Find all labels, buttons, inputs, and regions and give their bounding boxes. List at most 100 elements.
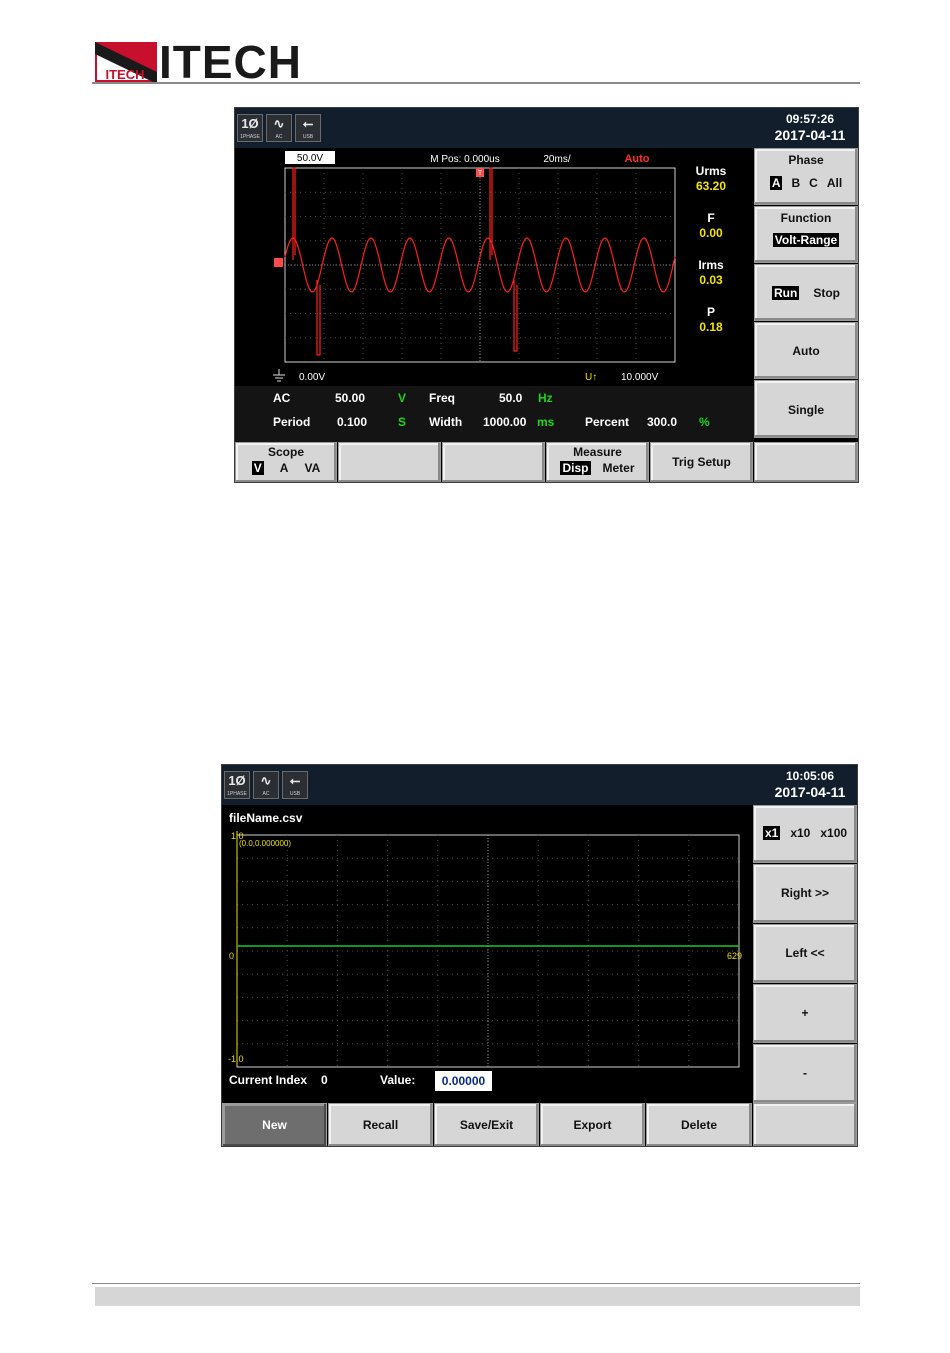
svg-text:ITECH: ITECH (106, 67, 145, 82)
clock: 09:57:26 2017-04-11 (764, 112, 856, 144)
blank-key-2[interactable] (442, 442, 545, 482)
scope-plot-area: 50.0V M Pos: 0.000us 20ms/ Auto T 0.00V … (235, 148, 754, 386)
x-end-label: 629 (727, 951, 742, 961)
meas-freq: 50.0 (499, 391, 523, 405)
current-index: 0 (321, 1073, 328, 1087)
blank-key[interactable] (753, 1103, 857, 1146)
phase-key[interactable]: Phase A B C All (754, 148, 858, 205)
footer-bar (95, 1287, 860, 1306)
value-label: Value: (380, 1073, 416, 1087)
phase-option-b[interactable]: B (791, 176, 800, 190)
measure-key[interactable]: Measure Disp Meter (546, 442, 649, 482)
measure-option-meter[interactable]: Meter (603, 461, 635, 475)
itech-logo-badge-icon: ITECH (95, 42, 157, 82)
scope-key[interactable]: Scope V A VA (235, 442, 337, 482)
run-option[interactable]: Run (772, 286, 800, 300)
delete-button[interactable]: Delete (646, 1103, 752, 1146)
scope-option-a[interactable]: A (280, 461, 289, 475)
ground-icon (273, 369, 285, 382)
file-name: fileName.csv (229, 811, 303, 825)
y-min-label: -1.0 (228, 1054, 244, 1064)
ac-wave-icon: ∿ AC (266, 114, 292, 142)
status-bar: 1Ø 1PHASE ∿ AC ⭠ USB 10:05:06 2017-04-11 (222, 765, 857, 805)
meas-amplitude: 50.00 (335, 391, 366, 405)
status-bar: 1Ø 1PHASE ∿ AC ⭠ USB 09:57:26 2017-04-11 (235, 108, 858, 148)
recall-button[interactable]: Recall (328, 1103, 433, 1146)
meas-freq-label: Freq (429, 391, 456, 405)
function-key[interactable]: Function Volt-Range (754, 206, 858, 263)
plus-key[interactable]: + (753, 984, 857, 1043)
urms-readout: Urms 63.20 (695, 164, 727, 193)
meas-width-label: Width (429, 415, 463, 429)
footer-divider (92, 1283, 860, 1284)
meas-type: AC (273, 391, 291, 405)
blank-key-3[interactable] (754, 442, 858, 482)
phase-icon: 1Ø 1PHASE (237, 114, 263, 142)
save-exit-button[interactable]: Save/Exit (434, 1103, 539, 1146)
clock-date: 2017-04-11 (774, 127, 846, 143)
minus-key[interactable]: - (753, 1044, 857, 1103)
scope-trigger-level: 10.000V (621, 372, 659, 383)
zoom-option-x100[interactable]: x100 (820, 826, 847, 840)
zoom-option-x1[interactable]: x1 (762, 826, 781, 840)
clock-time: 09:57:26 (785, 112, 835, 126)
blank-key-1[interactable] (338, 442, 441, 482)
scope-mpos: M Pos: 0.000us (430, 154, 499, 165)
phase-option-all[interactable]: All (827, 176, 842, 190)
measure-key-title: Measure (573, 445, 622, 459)
usb-icon: ⭠ USB (295, 114, 321, 142)
current-index-label: Current Index (229, 1073, 308, 1087)
meas-percent-label: Percent (585, 415, 630, 429)
meas-width: 1000.00 (483, 415, 527, 429)
export-button[interactable]: Export (540, 1103, 645, 1146)
left-key[interactable]: Left << (753, 924, 857, 983)
scope-option-va[interactable]: VA (304, 461, 320, 475)
freq-readout: F 0.00 (699, 211, 723, 240)
meas-amplitude-unit: V (398, 391, 407, 405)
waveform-editor-screen: 1Ø 1PHASE ∿ AC ⭠ USB 10:05:06 2017-04-11 fi… (221, 764, 858, 1147)
scope-trigger-level-label: U↑ (585, 372, 597, 383)
phase-key-title: Phase (788, 153, 824, 167)
cursor-readout: (0.0,0.000000) (239, 839, 291, 848)
phase-option-c[interactable]: C (809, 176, 818, 190)
meas-period-label: Period (273, 415, 311, 429)
right-key[interactable]: Right >> (753, 864, 857, 923)
ac-wave-icon: ∿ AC (253, 771, 279, 799)
measure-option-disp[interactable]: Disp (560, 461, 591, 475)
scope-mode: Auto (624, 153, 649, 165)
scope-waveform-plot: 50.0V M Pos: 0.000us 20ms/ Auto T 0.00V … (273, 151, 676, 383)
scope-option-v[interactable]: V (251, 461, 264, 475)
auto-key[interactable]: Auto (754, 322, 858, 379)
meas-freq-unit: Hz (538, 391, 553, 405)
oscilloscope-screen: 1Ø 1PHASE ∿ AC ⭠ USB 09:57:26 2017-04-11 50… (234, 107, 859, 483)
meas-period-unit: S (398, 415, 407, 429)
clock-time: 10:05:06 (785, 769, 835, 783)
itech-logo: ITECH ITECH (95, 36, 302, 88)
brand-name: ITECH (159, 36, 302, 88)
value-field[interactable]: 0.00000 (435, 1071, 492, 1091)
new-button[interactable]: New (222, 1103, 327, 1146)
trig-setup-key[interactable]: Trig Setup (650, 442, 753, 482)
run-stop-key[interactable]: Run Stop (754, 264, 858, 321)
trigger-level-marker (274, 258, 283, 267)
phase-icon: 1Ø 1PHASE (224, 771, 250, 799)
header-divider (92, 82, 860, 84)
meas-period: 0.100 (337, 415, 368, 429)
stop-option[interactable]: Stop (813, 286, 840, 300)
zoom-key[interactable]: x1 x10 x100 (753, 805, 857, 863)
measurement-panel: AC 50.00 V Freq 50.0 Hz Period 0.100 S W… (235, 386, 754, 442)
usb-icon: ⭠ USB (282, 771, 308, 799)
zoom-option-x10[interactable]: x10 (790, 826, 810, 840)
meas-percent: 300.0 (647, 415, 678, 429)
phase-option-a[interactable]: A (769, 176, 783, 190)
scope-scale-label: 50.0V (297, 153, 323, 164)
scope-key-title: Scope (267, 445, 304, 459)
irms-readout: Irms 0.03 (698, 258, 724, 287)
clock-date: 2017-04-11 (774, 784, 846, 800)
power-readout: P 0.18 (699, 305, 723, 334)
single-key[interactable]: Single (754, 380, 858, 438)
function-key-title: Function (780, 211, 832, 225)
scope-timebase: 20ms/ (543, 154, 570, 165)
meas-width-unit: ms (537, 415, 555, 429)
scope-ground-level: 0.00V (299, 372, 325, 383)
